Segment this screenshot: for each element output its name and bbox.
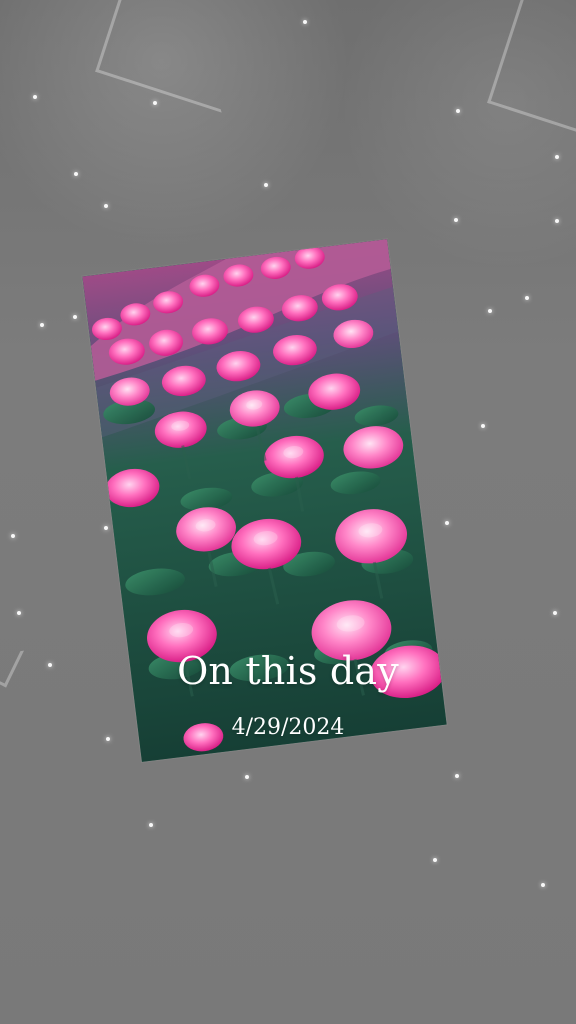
sparkle-icon — [541, 883, 545, 887]
sparkle-icon — [455, 774, 459, 778]
sparkle-icon — [481, 424, 485, 428]
sparkle-icon — [153, 101, 157, 105]
sparkle-icon — [149, 823, 153, 827]
sparkle-icon — [445, 521, 449, 525]
sparkle-icon — [73, 315, 77, 319]
sparkle-icon — [555, 155, 559, 159]
sparkle-icon — [433, 858, 437, 862]
memory-title: On this day — [177, 649, 399, 693]
sparkle-icon — [303, 20, 307, 24]
sparkle-icon — [17, 611, 21, 615]
sparkle-icon — [245, 775, 249, 779]
sparkle-icon — [40, 323, 44, 327]
sparkle-icon — [456, 109, 460, 113]
memory-date: 4/29/2024 — [231, 715, 345, 740]
sparkle-icon — [454, 218, 458, 222]
sparkle-icon — [555, 219, 559, 223]
sparkle-icon — [488, 309, 492, 313]
sparkle-icon — [104, 204, 108, 208]
sparkle-icon — [74, 172, 78, 176]
sparkle-icon — [104, 526, 108, 530]
sparkle-icon — [264, 183, 268, 187]
sparkle-icon — [525, 296, 529, 300]
sparkle-icon — [11, 534, 15, 538]
sparkle-icon — [33, 95, 37, 99]
sparkle-icon — [553, 611, 557, 615]
